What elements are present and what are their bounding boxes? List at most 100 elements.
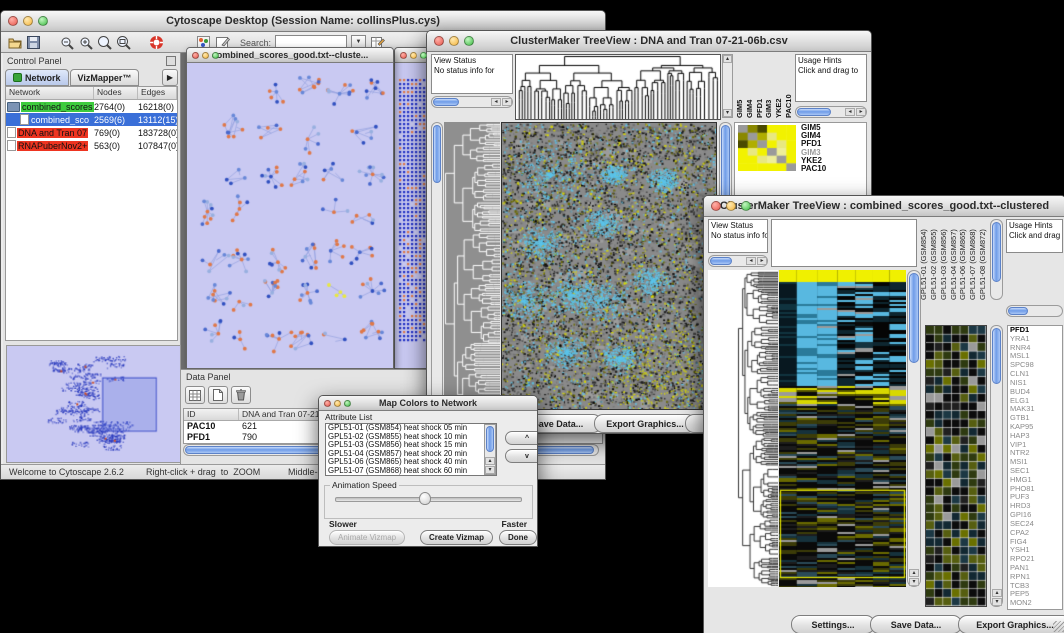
close-icon[interactable] [8,16,18,26]
scrollbar-thumb[interactable] [710,257,732,265]
row-dendrogram[interactable] [444,122,500,410]
scroll-down-icon[interactable]: ▾ [909,578,919,586]
zoom-window-icon[interactable] [212,52,219,59]
delete-attribute-icon[interactable] [231,386,251,404]
scrollbar-thumb[interactable] [797,108,831,116]
scrollbar-thumb[interactable] [433,98,459,106]
network-table-row[interactable]: RNAPuberNov2+ 563(0) 107847(0) [6,139,177,152]
move-down-button[interactable]: v [505,449,538,463]
main-titlebar[interactable]: Cytoscape Desktop (Session Name: collins… [1,11,605,32]
done-button[interactable]: Done [499,530,537,545]
scroll-down-icon[interactable]: ▾ [992,598,1002,606]
column-dendrogram-area[interactable] [771,219,917,267]
scrollbar-thumb[interactable] [909,273,919,363]
new-attribute-icon[interactable] [208,386,228,404]
minimize-icon[interactable] [202,52,209,59]
zoom-window-icon[interactable] [741,201,751,211]
birdseye-view[interactable] [6,345,181,463]
move-up-button[interactable]: ^ [505,431,538,445]
global-vscrollbar[interactable]: ▴ ▾ [907,270,921,587]
minimize-icon[interactable] [449,36,459,46]
heatmap-zoom[interactable] [925,325,987,607]
attribute-list-item[interactable]: GPL51-07 (GSM868) heat shock 60 min [328,467,496,476]
export-graphics-button[interactable]: Export Graphics... [958,615,1064,633]
column-dendrogram[interactable] [515,54,721,120]
col-nodes[interactable]: Nodes [94,87,138,99]
open-file-icon[interactable] [7,35,22,50]
create-vizmap-button[interactable]: Create Vizmap [420,530,493,545]
network-table-row[interactable]: combined_sco 2569(6) 13112(15) [6,113,177,126]
heatmap-global[interactable] [779,270,906,587]
help-lifering-icon[interactable] [149,35,164,50]
settings-button[interactable]: Settings... [791,615,875,633]
close-icon[interactable] [192,52,199,59]
scroll-right-icon[interactable]: ▸ [502,98,512,106]
select-attributes-icon[interactable] [185,386,205,404]
scroll-down-icon[interactable]: ▾ [723,109,732,117]
animate-vizmap-button[interactable]: Animate Vizmap [329,530,405,545]
zoom-fit-icon[interactable] [116,35,131,50]
slider-thumb[interactable] [419,492,431,505]
scrollbar-thumb[interactable] [992,222,1001,282]
scrollbar-thumb[interactable] [433,125,441,183]
hints-hscrollbar[interactable]: ◂ ▸ [795,106,867,118]
zoom-window-icon[interactable] [344,400,351,407]
scroll-up-icon[interactable]: ▴ [909,569,919,577]
zoom-window-icon[interactable] [420,52,427,59]
network-window-1-titlebar[interactable]: combined_scores_good.txt--cluste... [187,48,393,63]
col-id[interactable]: ID [184,409,239,420]
view-status-hscrollbar[interactable]: ◂ ▸ [708,255,768,267]
scroll-right-icon[interactable]: ▸ [757,257,767,265]
network-table-row[interactable]: combined_scores 2764(0) 16218(0) [6,100,177,113]
network-canvas[interactable] [187,63,391,367]
scroll-up-icon[interactable]: ▴ [992,589,1002,597]
save-icon[interactable] [26,35,41,50]
scroll-up-icon[interactable]: ▴ [723,55,732,63]
minimize-icon[interactable] [410,52,417,59]
label-vscrollbar[interactable] [990,219,1003,300]
heatmap-main[interactable] [501,122,717,410]
scroll-right-icon[interactable]: ▸ [856,108,866,116]
row-dendrogram[interactable] [708,270,778,587]
label-vscrollbar[interactable]: ▴ ▾ [722,54,733,118]
close-icon[interactable] [400,52,407,59]
scrollbar-thumb[interactable] [486,426,494,452]
scroll-down-icon[interactable]: ▾ [485,466,495,474]
treeview2-titlebar[interactable]: ClusterMaker TreeView : combined_scores_… [704,196,1064,217]
resize-grip[interactable] [1053,621,1064,632]
scrollbar-thumb[interactable] [1008,307,1028,315]
col-network[interactable]: Network [6,87,94,99]
zoom-window-icon[interactable] [38,16,48,26]
zoom-selected-icon[interactable] [97,35,112,50]
float-panel-icon[interactable] [166,56,176,66]
hints-hscrollbar[interactable] [1006,305,1063,317]
close-icon[interactable] [434,36,444,46]
attribute-list[interactable]: GPL51-01 (GSM854) heat shock 05 minGPL51… [325,423,497,476]
attribute-list-vscrollbar[interactable]: ▴ ▾ [484,424,496,475]
global-vscrollbar[interactable] [431,122,443,410]
zoom-in-icon[interactable] [78,35,93,50]
tab-network[interactable]: Network [5,69,69,86]
view-status-hscrollbar[interactable]: ◂ ▸ [431,96,513,108]
heatmap-zoom-mini[interactable] [738,125,796,171]
minimize-icon[interactable] [334,400,341,407]
scroll-left-icon[interactable]: ◂ [491,98,501,106]
scroll-left-icon[interactable]: ◂ [845,108,855,116]
col-edges[interactable]: Edges [138,87,177,99]
scroll-left-icon[interactable]: ◂ [746,257,756,265]
tab-vizmapper[interactable]: VizMapper™ [70,69,140,86]
zoom-vscrollbar[interactable]: ▴ ▾ [990,325,1003,607]
treeview1-titlebar[interactable]: ClusterMaker TreeView : DNA and Tran 07-… [427,31,871,52]
zoom-out-icon[interactable] [59,35,74,50]
save-data-button[interactable]: Save Data... [870,615,962,633]
minimize-icon[interactable] [23,16,33,26]
export-graphics-button[interactable]: Export Graphics... [594,414,696,433]
tab-overflow-arrow[interactable]: ▶ [162,69,178,86]
close-icon[interactable] [711,201,721,211]
close-icon[interactable] [324,400,331,407]
network-table-row[interactable]: DNA and Tran 07 769(0) 183728(0) [6,126,177,139]
dialog-titlebar[interactable]: Map Colors to Network [319,396,537,411]
scrollbar-thumb[interactable] [992,328,1001,384]
minimize-icon[interactable] [726,201,736,211]
zoom-window-icon[interactable] [464,36,474,46]
